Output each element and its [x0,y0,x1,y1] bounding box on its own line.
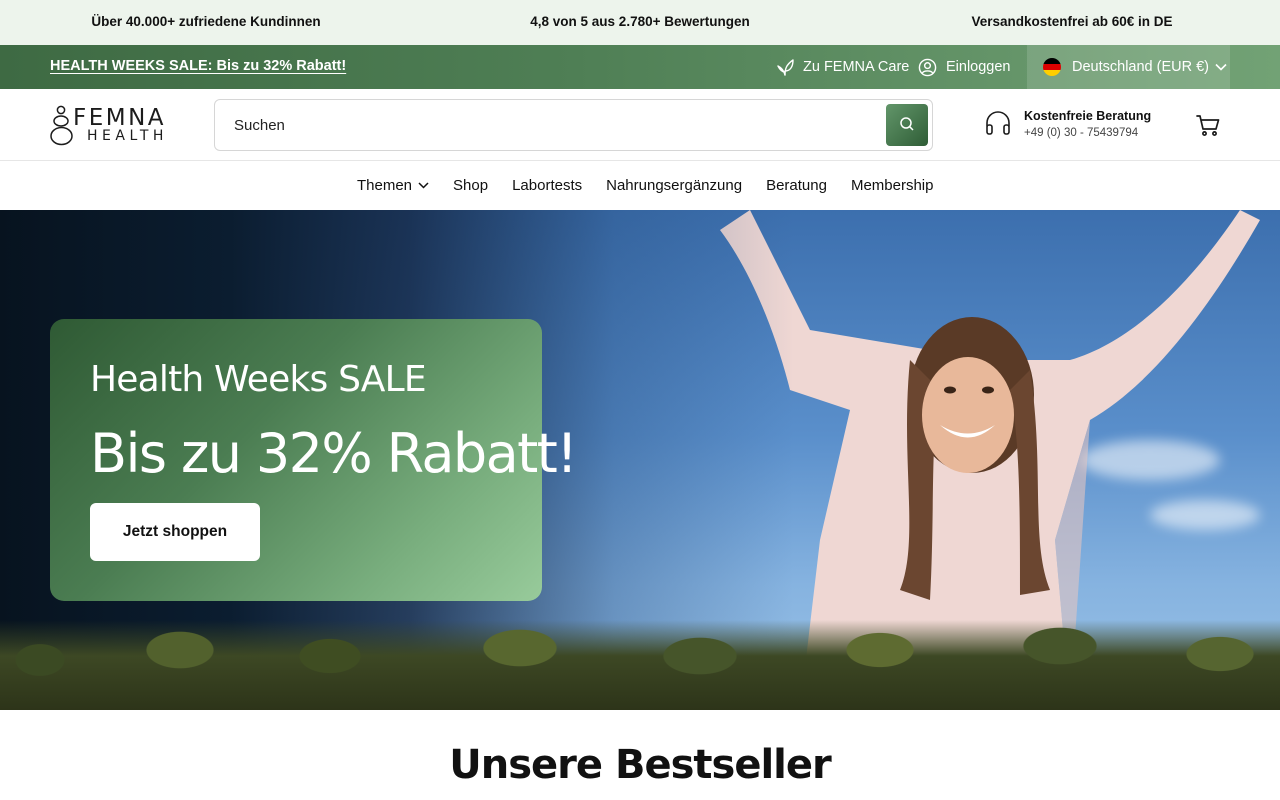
nav-item-themen[interactable]: Themen [357,177,429,194]
nav-item-membership[interactable]: Membership [851,177,934,194]
sale-link[interactable]: HEALTH WEEKS SALE: Bis zu 32% Rabatt! [50,45,346,89]
logo-mark-icon [50,105,73,146]
login-label: Einloggen [946,59,1011,75]
consultation-link[interactable]: Kostenfreie Beratung +49 (0) 30 - 754397… [984,107,1151,143]
shop-now-button[interactable]: Jetzt shoppen [90,503,260,561]
logo-text-health: HEALTH [87,128,168,144]
country-label: Deutschland (EUR €) [1072,59,1209,75]
announcement-bar: HEALTH WEEKS SALE: Bis zu 32% Rabatt! Zu… [0,45,1280,89]
login-link[interactable]: Einloggen [918,45,1011,89]
trust-bar: Über 40.000+ zufriedene Kundinnen 4,8 vo… [0,0,1280,45]
search-button[interactable] [886,104,928,146]
trust-item-shipping: Versandkostenfrei ab 60€ in DE [971,14,1173,29]
nav-item-nahrungsergaenzung[interactable]: Nahrungsergänzung [606,177,742,194]
consult-phone: +49 (0) 30 - 75439794 [1024,127,1139,139]
consult-title: Kostenfreie Beratung [1024,109,1152,123]
femna-logo[interactable]: FEMNA HEALTH [50,105,175,147]
femna-care-link[interactable]: Zu FEMNA Care [776,45,909,89]
trust-item-customers: Über 40.000+ zufriedene Kundinnen [91,14,321,29]
search-icon [899,116,915,135]
hero-card: Health Weeks SALE Bis zu 32% Rabatt! Jet… [50,319,578,601]
chevron-down-icon [418,182,429,189]
country-selector[interactable]: Deutschland (EUR €) [1027,45,1230,89]
hero-banner: Health Weeks SALE Bis zu 32% Rabatt! Jet… [0,210,1280,710]
main-nav: Themen Shop Labortests Nahrungsergänzung… [0,161,1280,210]
search-input[interactable] [215,100,875,150]
nav-item-labortests[interactable]: Labortests [512,177,582,194]
hero-hedge [0,620,1280,710]
cart-button[interactable] [1195,113,1221,137]
chevron-down-icon [1215,59,1227,75]
search-box [214,99,933,151]
site-header: FEMNA HEALTH Kostenfreie Beratung +49 (0… [0,89,1280,161]
nav-label-themen: Themen [357,177,413,194]
cart-icon [1195,115,1221,141]
femna-care-label: Zu FEMNA Care [803,59,910,75]
nav-item-shop[interactable]: Shop [453,177,488,194]
trust-item-reviews: 4,8 von 5 aus 2.780+ Bewertungen [530,14,750,29]
hero-title: Bis zu 32% Rabatt! [90,422,578,485]
nav-item-beratung[interactable]: Beratung [766,177,827,194]
leaf-icon [776,57,796,77]
user-icon [918,58,937,77]
bestseller-title: Unsere Bestseller [449,742,831,788]
headphones-icon [984,109,1012,142]
hero-subtitle: Health Weeks SALE [90,359,427,400]
germany-flag-icon [1043,58,1061,76]
